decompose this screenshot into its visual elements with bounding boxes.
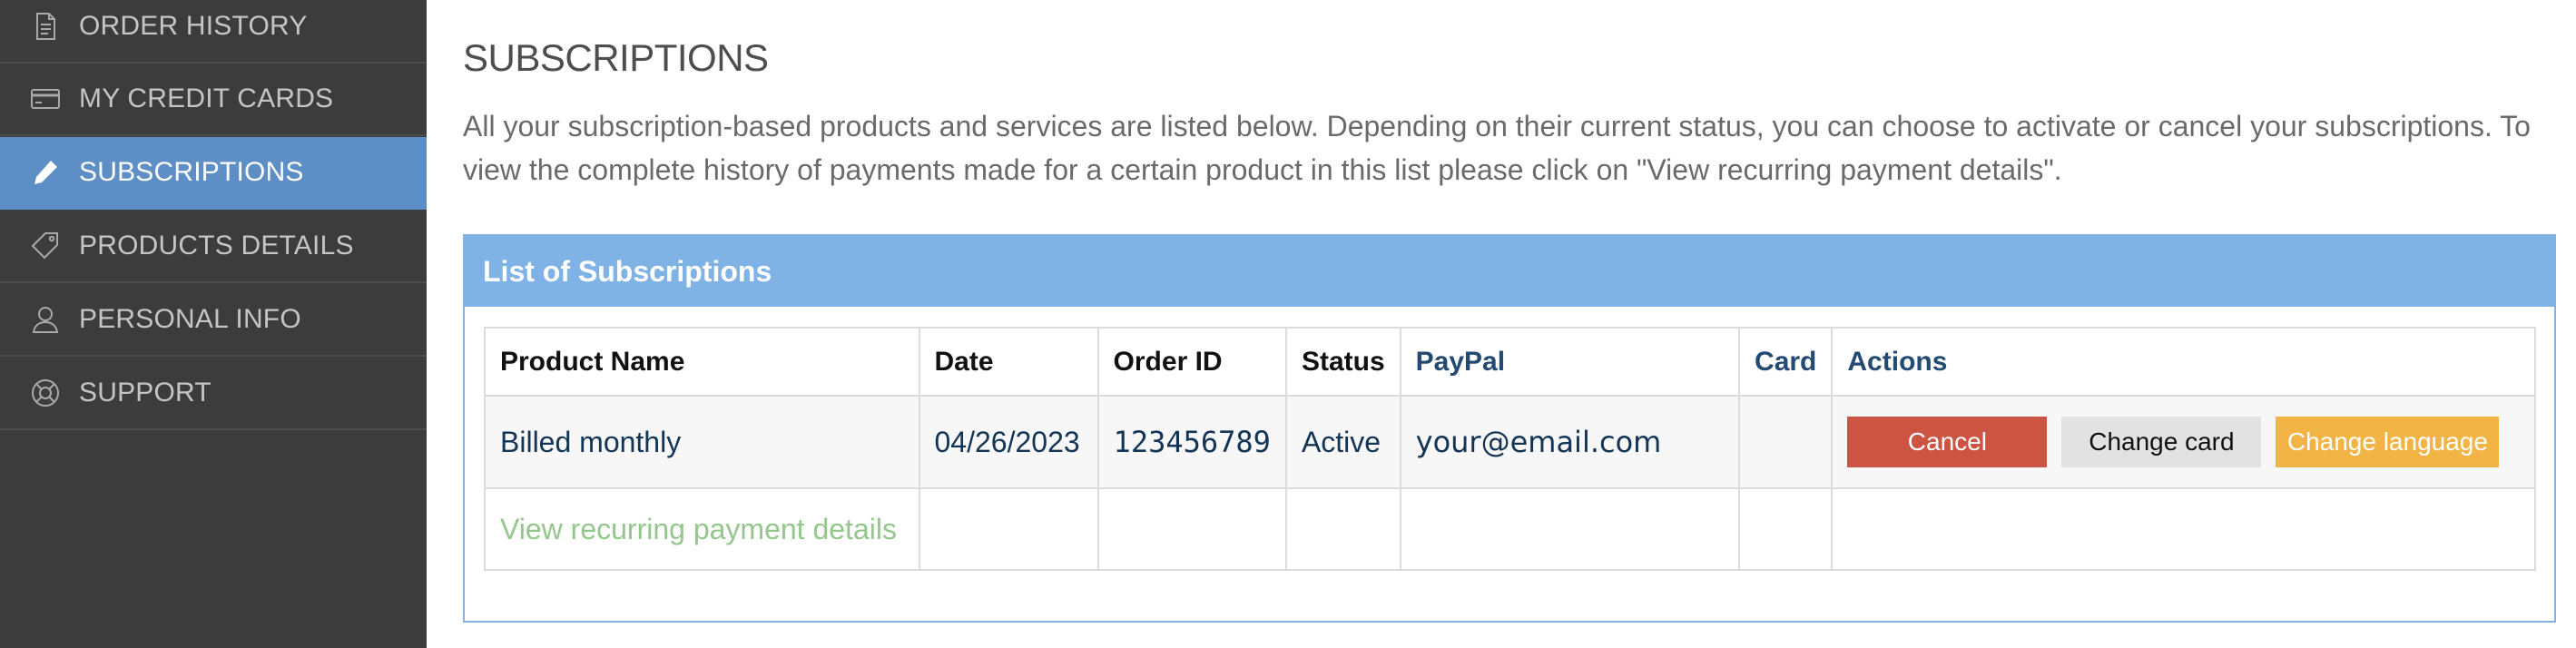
cell-actions: Cancel Change card Change language [1831, 395, 2536, 489]
sidebar: ORDER HISTORY MY CREDIT CARDS SUBSCRIPTI… [0, 0, 427, 648]
column-header-order-id: Order ID [1096, 327, 1287, 397]
change-card-button[interactable]: Change card [2061, 417, 2262, 467]
sidebar-item-products-details[interactable]: PRODUCTS DETAILS [0, 211, 427, 283]
column-header-actions: Actions [1831, 327, 2536, 397]
cell-paypal-email: your@email.com [1399, 395, 1741, 489]
change-language-button[interactable]: Change language [2276, 417, 2500, 467]
cell-product-name: Billed monthly [484, 395, 920, 489]
main-content: SUBSCRIPTIONS All your subscription-base… [427, 0, 2576, 648]
empty-cell [1831, 487, 2536, 571]
user-icon [29, 303, 62, 336]
pencil-icon [29, 156, 62, 189]
lifebuoy-icon [29, 377, 62, 409]
credit-card-icon [29, 83, 62, 115]
subscriptions-panel: List of Subscriptions Product Name Date … [463, 234, 2556, 623]
table-row: Billed monthly 04/26/2023 123456789 Acti… [484, 395, 2536, 489]
sidebar-item-label: PRODUCTS DETAILS [79, 231, 354, 260]
table-header-row: Product Name Date Order ID Status PayPal… [484, 327, 2536, 397]
subscriptions-table: Product Name Date Order ID Status PayPal… [484, 327, 2536, 571]
column-header-product-name: Product Name [484, 327, 920, 397]
table-row: View recurring payment details [484, 487, 2536, 571]
sidebar-item-my-credit-cards[interactable]: MY CREDIT CARDS [0, 64, 427, 136]
page-title: SUBSCRIPTIONS [463, 36, 769, 79]
column-header-paypal: PayPal [1399, 327, 1741, 397]
cell-order-id: 123456789 [1096, 395, 1287, 489]
tag-icon [29, 230, 62, 262]
empty-cell [1738, 487, 1834, 571]
cell-details-link: View recurring payment details [484, 487, 920, 571]
empty-cell [1399, 487, 1741, 571]
cell-status: Active [1284, 395, 1401, 489]
empty-cell [918, 487, 1099, 571]
sidebar-item-label: ORDER HISTORY [79, 11, 308, 41]
sidebar-item-label: SUPPORT [79, 378, 211, 407]
sidebar-item-personal-info[interactable]: PERSONAL INFO [0, 284, 427, 357]
sidebar-item-label: PERSONAL INFO [79, 304, 301, 334]
sidebar-item-subscriptions[interactable]: SUBSCRIPTIONS [0, 137, 427, 210]
sidebar-item-label: MY CREDIT CARDS [79, 83, 334, 113]
sidebar-item-support[interactable]: SUPPORT [0, 358, 427, 430]
sidebar-item-order-history[interactable]: ORDER HISTORY [0, 0, 427, 64]
empty-cell [1096, 487, 1287, 571]
cell-date: 04/26/2023 [918, 395, 1099, 489]
column-header-status: Status [1284, 327, 1401, 397]
cell-card [1738, 395, 1834, 489]
panel-title: List of Subscriptions [465, 236, 2554, 307]
sidebar-item-label: SUBSCRIPTIONS [79, 157, 304, 187]
empty-cell [1284, 487, 1401, 571]
column-header-card: Card [1738, 327, 1834, 397]
view-recurring-payment-details-link[interactable]: View recurring payment details [500, 513, 897, 545]
page-description: All your subscription-based products and… [463, 110, 2531, 186]
document-icon [29, 10, 62, 43]
column-header-date: Date [918, 327, 1099, 397]
cancel-button[interactable]: Cancel [1847, 417, 2048, 467]
